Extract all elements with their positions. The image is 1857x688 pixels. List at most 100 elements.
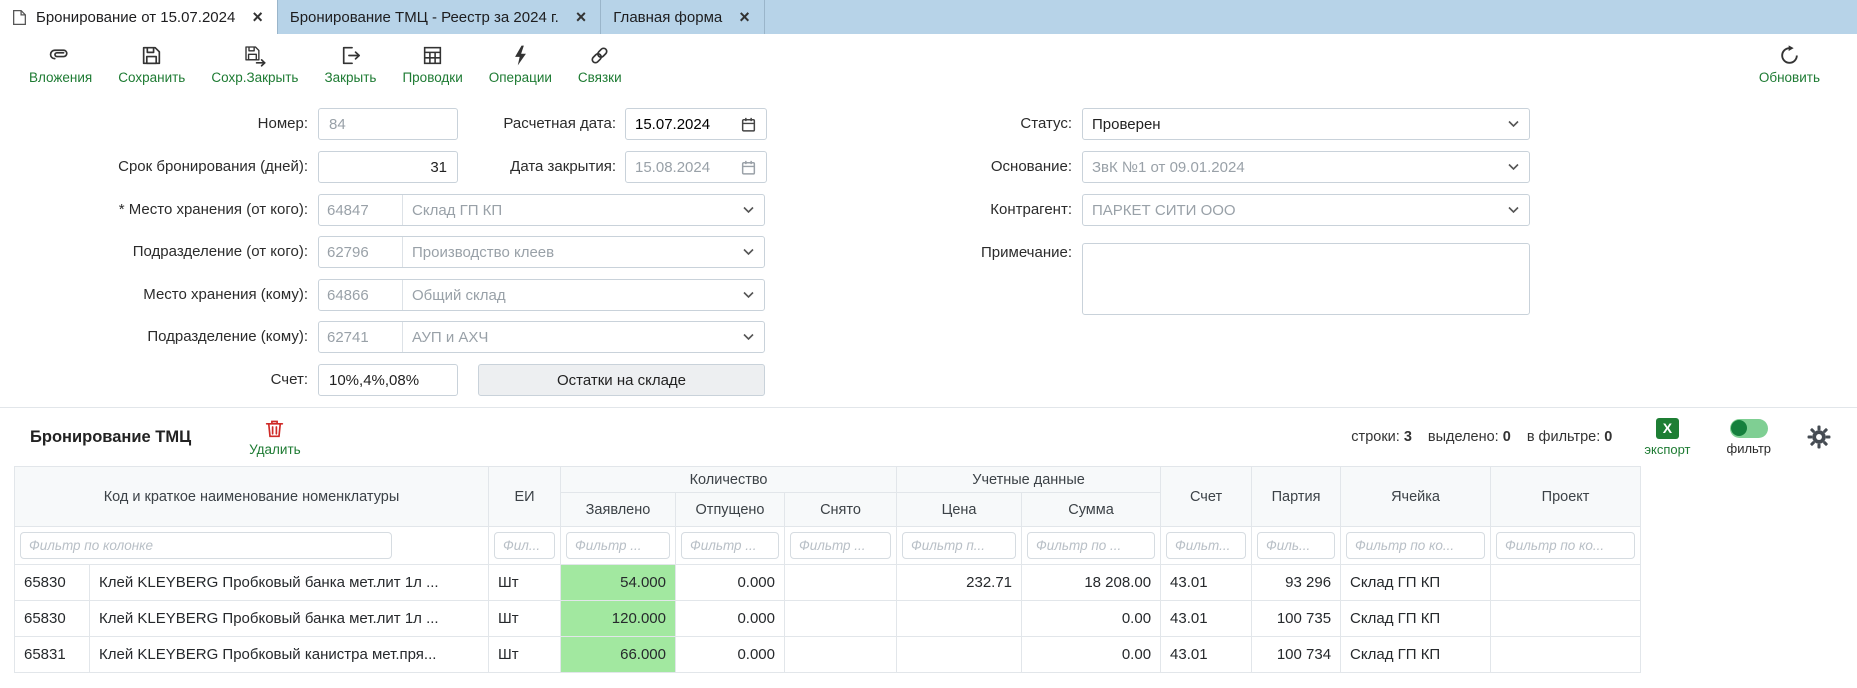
filter-project-input[interactable] <box>1496 532 1635 559</box>
storage-from-label: * Место хранения (от кого): <box>0 200 308 220</box>
table-row[interactable]: 65831 Клей KLEYBERG Пробковый канистра м… <box>15 637 1641 673</box>
cell-requested[interactable]: 120.000 <box>561 601 676 637</box>
document-form: Номер: Расчетная дата: 15.07.2024 Статус… <box>0 92 1857 408</box>
postings-button[interactable]: Проводки <box>389 39 475 87</box>
calc-date-input[interactable]: 15.07.2024 <box>625 108 767 140</box>
rows-count: строки: 3 <box>1351 429 1412 445</box>
basis-select[interactable]: ЗвК №1 от 09.01.2024 <box>1082 151 1530 183</box>
cell-name[interactable]: Клей KLEYBERG Пробковый канистра мет.пря… <box>90 637 489 673</box>
cell-batch[interactable]: 100 735 <box>1252 601 1341 637</box>
status-select[interactable]: Проверен <box>1082 108 1530 140</box>
delete-button[interactable]: Удалить <box>249 417 301 457</box>
cell-unit[interactable]: Шт <box>489 565 561 601</box>
close-date-input[interactable]: 15.08.2024 <box>625 151 767 183</box>
refresh-button[interactable]: Обновить <box>1746 39 1833 87</box>
stock-balance-button[interactable]: Остатки на складе <box>478 364 765 396</box>
header-project: Проект <box>1491 467 1641 527</box>
cell-name[interactable]: Клей KLEYBERG Пробковый банка мет.лит 1л… <box>90 601 489 637</box>
tab-bar: Бронирование от 15.07.2024 × Бронировани… <box>0 0 1857 34</box>
attachments-button[interactable]: Вложения <box>16 39 105 87</box>
cell-code[interactable]: 65830 <box>15 601 90 637</box>
cell-price[interactable]: 232.71 <box>897 565 1022 601</box>
tab-main-form[interactable]: Главная форма × <box>601 0 764 34</box>
cell-removed[interactable] <box>785 637 897 673</box>
cell-account[interactable]: 43.01 <box>1161 601 1252 637</box>
cell-cell[interactable]: Склад ГП КП <box>1341 601 1491 637</box>
filter-account-input[interactable] <box>1166 532 1246 559</box>
cell-sum[interactable]: 18 208.00 <box>1022 565 1161 601</box>
note-textarea[interactable] <box>1082 243 1530 315</box>
links-button[interactable]: Связки <box>565 39 635 87</box>
table-row[interactable]: 65830 Клей KLEYBERG Пробковый банка мет.… <box>15 601 1641 637</box>
save-close-button[interactable]: Сохр.Закрыть <box>198 39 311 87</box>
header-removed: Снято <box>785 493 897 527</box>
cell-unit[interactable]: Шт <box>489 601 561 637</box>
cell-account[interactable]: 43.01 <box>1161 565 1252 601</box>
close-button[interactable]: Закрыть <box>311 39 389 87</box>
tab-close-icon[interactable]: × <box>739 8 750 26</box>
filter-cell-input[interactable] <box>1346 532 1485 559</box>
operations-button[interactable]: Операции <box>476 39 565 87</box>
cell-account[interactable]: 43.01 <box>1161 637 1252 673</box>
cell-batch[interactable]: 100 734 <box>1252 637 1341 673</box>
filter-toggle[interactable] <box>1730 419 1768 438</box>
cell-cell[interactable]: Склад ГП КП <box>1341 565 1491 601</box>
save-button[interactable]: Сохранить <box>105 39 198 87</box>
cell-requested[interactable]: 66.000 <box>561 637 676 673</box>
cell-sum[interactable]: 0.00 <box>1022 637 1161 673</box>
department-to-select[interactable]: 62741 АУП и АХЧ <box>318 321 765 353</box>
storage-to-code: 64866 <box>319 280 403 310</box>
cell-sum[interactable]: 0.00 <box>1022 601 1161 637</box>
counterparty-select[interactable]: ПАРКЕТ СИТИ ООО <box>1082 194 1530 226</box>
cell-removed[interactable] <box>785 565 897 601</box>
cell-released[interactable]: 0.000 <box>676 565 785 601</box>
status-label: Статус: <box>860 114 1072 134</box>
filter-requested-input[interactable] <box>566 532 670 559</box>
cell-project[interactable] <box>1491 601 1641 637</box>
calendar-icon[interactable] <box>740 116 757 133</box>
inventory-table: Код и краткое наименование номенклатуры … <box>14 466 1641 673</box>
header-released: Отпущено <box>676 493 785 527</box>
tab-close-icon[interactable]: × <box>576 8 587 26</box>
tab-label: Бронирование ТМЦ - Реестр за 2024 г. <box>290 9 559 26</box>
save-close-label: Сохр.Закрыть <box>211 70 298 85</box>
cell-unit[interactable]: Шт <box>489 637 561 673</box>
cell-code[interactable]: 65830 <box>15 565 90 601</box>
save-label: Сохранить <box>118 70 185 85</box>
storage-to-select[interactable]: 64866 Общий склад <box>318 279 765 311</box>
export-button[interactable]: X экспорт <box>1644 418 1690 457</box>
cell-project[interactable] <box>1491 637 1641 673</box>
cell-released[interactable]: 0.000 <box>676 601 785 637</box>
filter-batch-input[interactable] <box>1257 532 1335 559</box>
settings-button[interactable] <box>1807 425 1831 449</box>
cell-removed[interactable] <box>785 601 897 637</box>
cell-requested[interactable]: 54.000 <box>561 565 676 601</box>
filter-sum-input[interactable] <box>1027 532 1155 559</box>
chevron-down-icon <box>1503 206 1529 214</box>
filter-removed-input[interactable] <box>790 532 891 559</box>
header-price: Цена <box>897 493 1022 527</box>
cell-released[interactable]: 0.000 <box>676 637 785 673</box>
tab-registry[interactable]: Бронирование ТМЦ - Реестр за 2024 г. × <box>278 0 601 34</box>
cell-project[interactable] <box>1491 565 1641 601</box>
tab-document[interactable]: Бронирование от 15.07.2024 × <box>0 0 278 34</box>
storage-from-select[interactable]: 64847 Склад ГП КП <box>318 194 765 226</box>
attachments-label: Вложения <box>29 70 92 85</box>
cell-batch[interactable]: 93 296 <box>1252 565 1341 601</box>
tab-close-icon[interactable]: × <box>252 8 263 26</box>
filter-price-input[interactable] <box>902 532 1016 559</box>
cell-price[interactable] <box>897 637 1022 673</box>
cell-name[interactable]: Клей KLEYBERG Пробковый банка мет.лит 1л… <box>90 565 489 601</box>
filter-released-input[interactable] <box>681 532 779 559</box>
cell-code[interactable]: 65831 <box>15 637 90 673</box>
account-input[interactable] <box>318 364 458 396</box>
cell-cell[interactable]: Склад ГП КП <box>1341 637 1491 673</box>
department-from-select[interactable]: 62796 Производство клеев <box>318 236 765 268</box>
status-value: Проверен <box>1083 116 1503 133</box>
calendar-icon[interactable] <box>740 159 757 176</box>
filter-code-name-input[interactable] <box>20 532 392 559</box>
cell-price[interactable] <box>897 601 1022 637</box>
table-row[interactable]: 65830 Клей KLEYBERG Пробковый банка мет.… <box>15 565 1641 601</box>
filter-unit-input[interactable] <box>494 532 555 559</box>
chevron-down-icon <box>738 206 764 214</box>
